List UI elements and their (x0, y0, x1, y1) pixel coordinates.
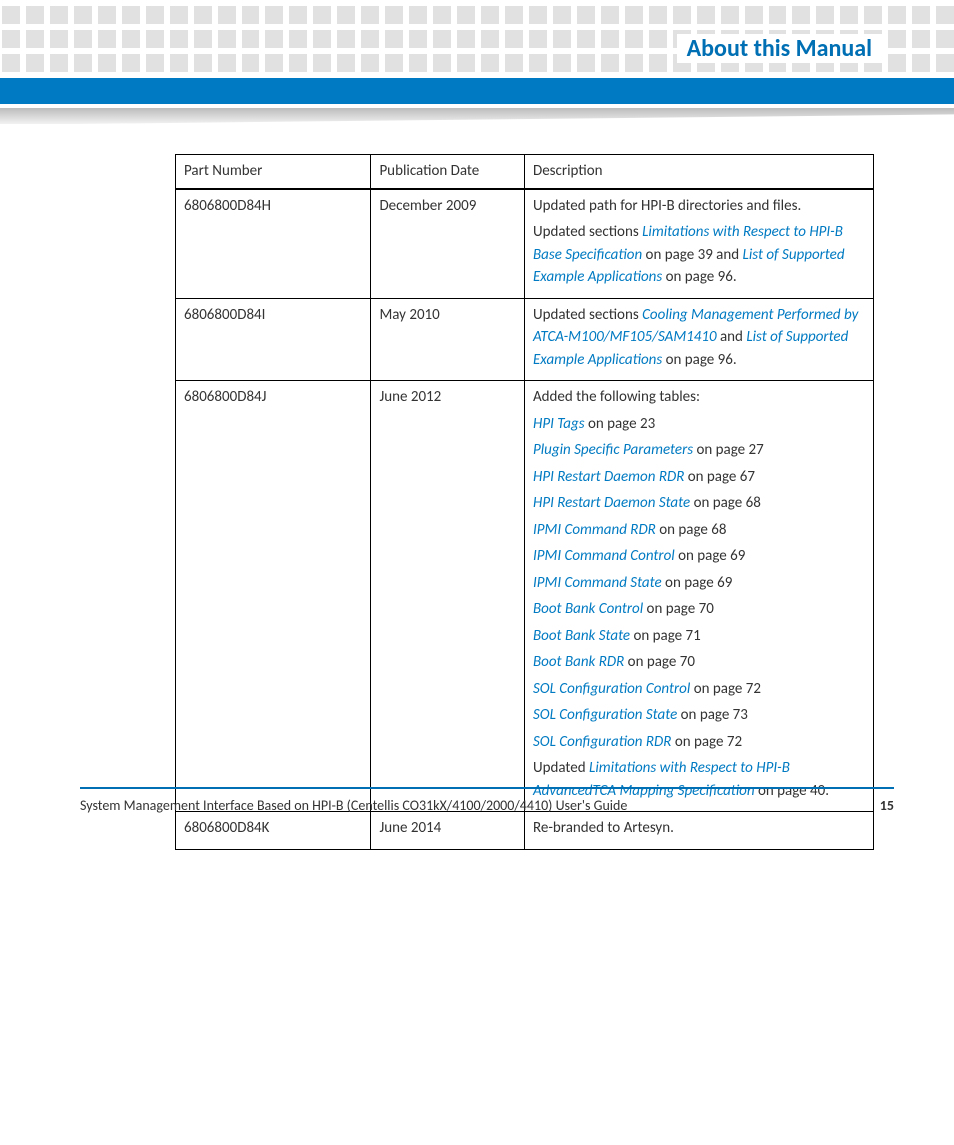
cross-reference-link[interactable]: HPI Restart Daemon State (533, 494, 690, 512)
description-text: and (717, 328, 747, 346)
cross-reference-link[interactable]: Boot Bank RDR (533, 653, 624, 671)
description-text: Added the following tables: (533, 388, 700, 406)
cell-publication-date: May 2010 (371, 298, 525, 381)
cell-part-number: 6806800D84J (176, 381, 371, 812)
description-text: on page 27 (693, 441, 764, 459)
description-text: Updated path for HPI-B directories and f… (533, 197, 801, 215)
cross-reference-link[interactable]: SOL Configuration Control (533, 680, 690, 698)
page-number: 15 (880, 797, 894, 814)
header-blue-bar (0, 78, 954, 104)
description-text: on page 68 (690, 494, 761, 512)
cell-description: Updated path for HPI-B directories and f… (524, 189, 873, 299)
cell-publication-date: June 2014 (371, 812, 525, 850)
revision-table: Part Number Publication Date Description… (175, 154, 874, 850)
description-text: on page 70 (624, 653, 695, 671)
cell-part-number: 6806800D84H (176, 189, 371, 299)
table-row: 6806800D84JJune 2012Added the following … (176, 381, 874, 812)
cross-reference-link[interactable]: SOL Configuration State (533, 706, 677, 724)
description-text: on page 72 (671, 733, 742, 751)
cross-reference-link[interactable]: SOL Configuration RDR (533, 733, 671, 751)
description-text: on page 68 (656, 521, 727, 539)
cross-reference-link[interactable]: HPI Restart Daemon RDR (533, 468, 684, 486)
cross-reference-link[interactable]: IPMI Command State (533, 574, 662, 592)
table-header-row: Part Number Publication Date Description (176, 155, 874, 189)
col-publication-date: Publication Date (371, 155, 525, 189)
description-text: on page 67 (684, 468, 755, 486)
cross-reference-link[interactable]: Boot Bank Control (533, 600, 643, 618)
cell-description: Re-branded to Artesyn. (524, 812, 873, 850)
table-row: 6806800D84KJune 2014 Re-branded to Artesy… (176, 812, 874, 850)
cross-reference-link[interactable]: HPI Tags (533, 415, 585, 433)
description-text: on page 39 and (642, 246, 742, 264)
cell-description: Added the following tables: HPI Tags on p… (524, 381, 873, 812)
table-row: 6806800D84IMay 2010Updated sections Cool… (176, 298, 874, 381)
description-text: Re-branded to Artesyn. (533, 819, 674, 837)
cross-reference-link[interactable]: IPMI Command RDR (533, 521, 656, 539)
cell-part-number: 6806800D84K (176, 812, 371, 850)
description-text: on page 69 (662, 574, 733, 592)
page-footer: System Management Interface Based on HPI… (80, 787, 894, 814)
description-text: on page 70 (643, 600, 714, 618)
table-row: 6806800D84HDecember 2009 Updated path for… (176, 189, 874, 299)
cell-publication-date: June 2012 (371, 381, 525, 812)
cell-part-number: 6806800D84I (176, 298, 371, 381)
cell-description: Updated sections Cooling Management Perf… (524, 298, 873, 381)
description-text: Updated (533, 759, 589, 777)
col-description: Description (524, 155, 873, 189)
cell-publication-date: December 2009 (371, 189, 525, 299)
cross-reference-link[interactable]: Plugin Specific Parameters (533, 441, 693, 459)
description-text: on page 96. (662, 351, 736, 369)
col-part-number: Part Number (176, 155, 371, 189)
description-text: on page 69 (675, 547, 746, 565)
footer-text: System Management Interface Based on HPI… (80, 797, 627, 814)
description-text: on page 73 (677, 706, 748, 724)
description-text: Updated sections (533, 306, 642, 324)
description-text: on page 96. (662, 268, 736, 286)
description-text: Updated sections (533, 223, 642, 241)
description-text: on page 72 (690, 680, 761, 698)
cross-reference-link[interactable]: Boot Bank State (533, 627, 630, 645)
header-gray-strip (0, 108, 954, 124)
page-title: About this Manual (677, 34, 882, 63)
description-text: on page 71 (630, 627, 701, 645)
cross-reference-link[interactable]: IPMI Command Control (533, 547, 675, 565)
description-text: on page 23 (585, 415, 656, 433)
